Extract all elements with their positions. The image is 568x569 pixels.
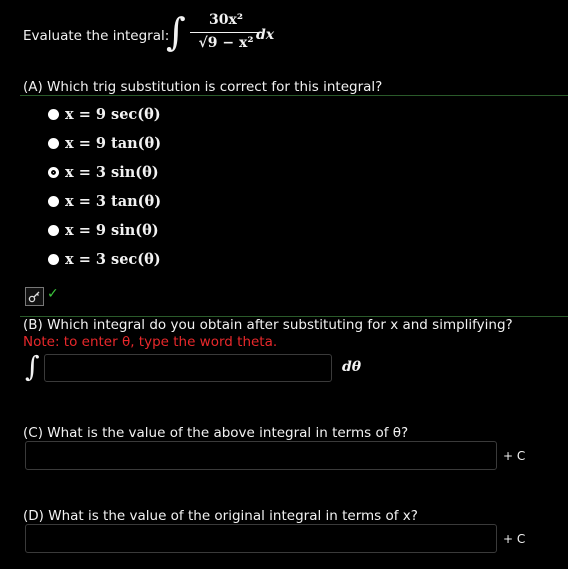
feedback-row: ✓	[25, 285, 59, 306]
option-label: x = 3 sec(θ)	[65, 250, 161, 268]
radio-button[interactable]	[48, 195, 59, 207]
check-icon: ✓	[47, 285, 59, 302]
radio-button[interactable]	[48, 137, 59, 149]
radio-option-5[interactable]: x = 9 sin(θ)	[48, 220, 159, 240]
radio-option-2[interactable]: x = 9 tan(θ)	[48, 133, 161, 153]
part-b-integrand-input[interactable]	[44, 354, 332, 382]
option-label: x = 9 sin(θ)	[65, 221, 159, 239]
part-b-note: Note: to enter θ, type the word theta.	[23, 334, 278, 350]
integral-sign: ∫	[25, 350, 40, 383]
part-a-question: (A) Which trig substitution is correct f…	[23, 79, 383, 95]
part-c-question: (C) What is the value of the above integ…	[23, 425, 409, 441]
radio-button-selected[interactable]	[48, 166, 59, 178]
radio-option-6[interactable]: x = 3 sec(θ)	[48, 249, 161, 269]
option-label: x = 9 sec(θ)	[65, 105, 161, 123]
problem-prompt: Evaluate the integral:	[23, 28, 170, 44]
differential-dtheta: dθ	[342, 359, 362, 375]
integral-sign: ∫	[166, 10, 186, 54]
part-b-question: (B) Which integral do you obtain after s…	[23, 317, 513, 333]
plus-c-label: + C	[503, 449, 526, 463]
radio-button[interactable]	[48, 253, 59, 265]
part-d-answer-input[interactable]	[25, 524, 497, 553]
part-d-question: (D) What is the value of the original in…	[23, 508, 418, 524]
radio-button[interactable]	[48, 224, 59, 236]
part-c-answer-input[interactable]	[25, 441, 497, 470]
radio-option-1[interactable]: x = 9 sec(θ)	[48, 104, 161, 124]
integrand-fraction: 30x² √9 − x²	[190, 12, 262, 51]
option-label: x = 3 tan(θ)	[65, 192, 162, 210]
radio-option-4[interactable]: x = 3 tan(θ)	[48, 191, 161, 211]
integrand-denominator: √9 − x²	[198, 35, 254, 51]
plus-c-label: + C	[503, 532, 526, 546]
fraction-bar	[190, 32, 262, 33]
differential-dx: dx	[256, 27, 275, 43]
radio-option-3[interactable]: x = 3 sin(θ)	[48, 162, 159, 182]
radio-button[interactable]	[48, 108, 59, 120]
option-label: x = 9 tan(θ)	[65, 134, 162, 152]
option-label: x = 3 sin(θ)	[65, 163, 159, 181]
key-icon[interactable]	[25, 287, 44, 306]
integrand-numerator: 30x²	[209, 12, 243, 28]
